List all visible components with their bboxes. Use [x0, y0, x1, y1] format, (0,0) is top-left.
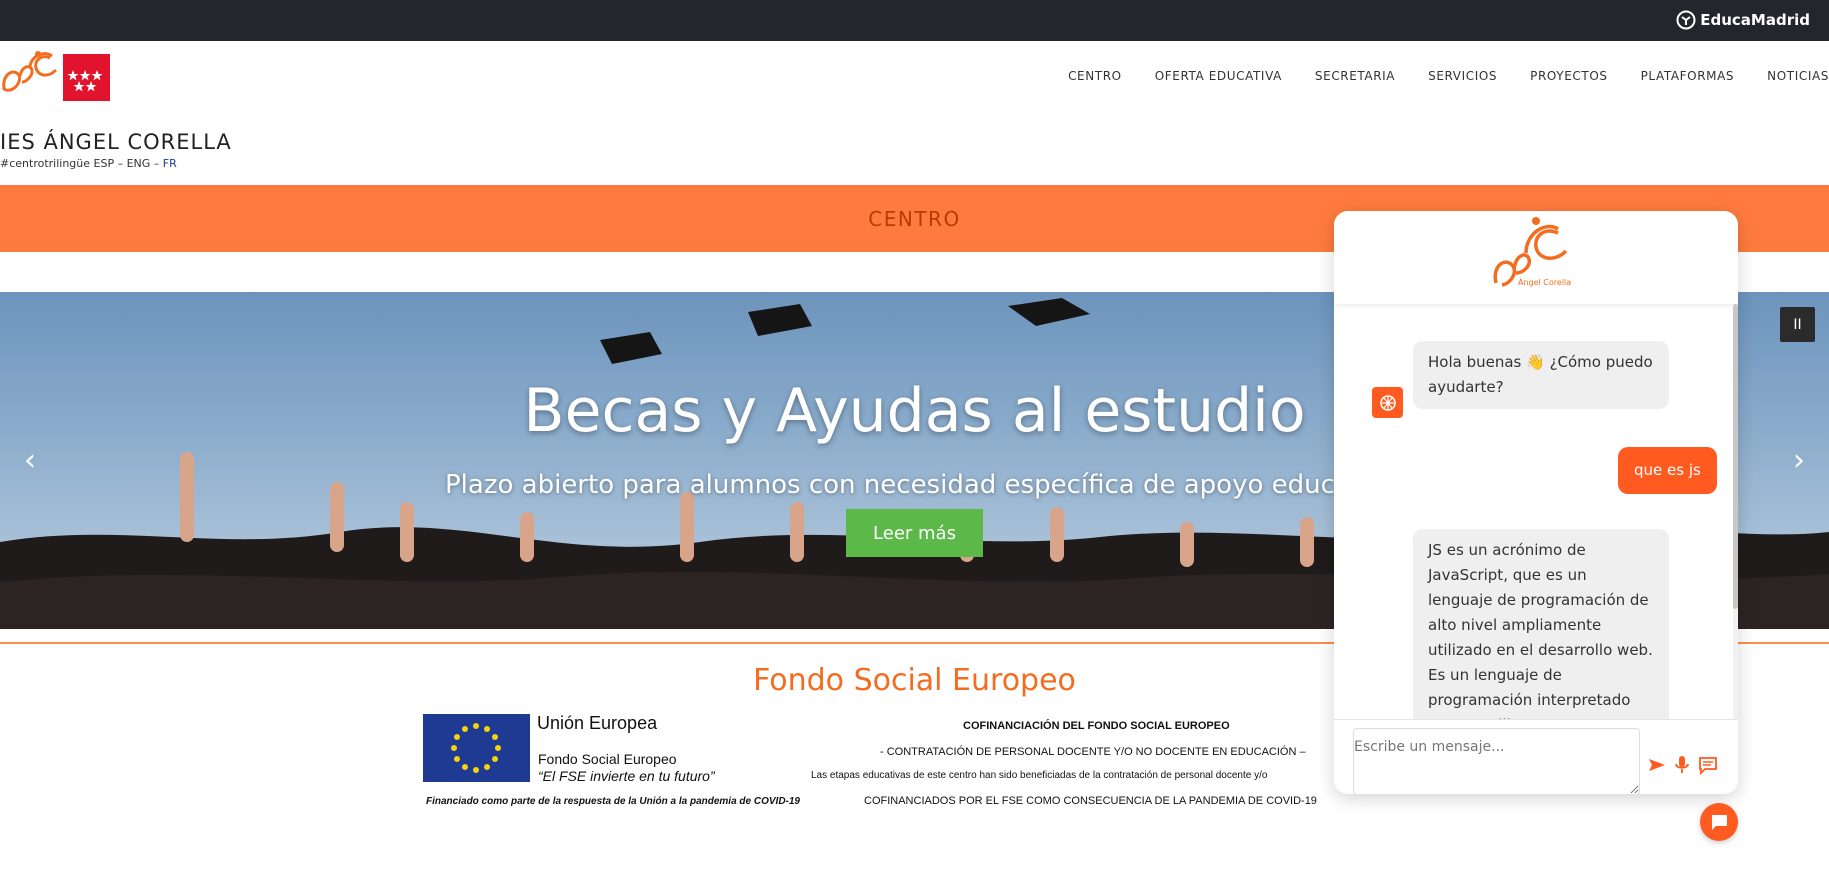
- chat-header: Ángel Corella: [1334, 211, 1738, 304]
- nav-item-noticias[interactable]: NOTICIAS: [1767, 69, 1829, 83]
- chat-messages: Hola buenas 👋 ¿Cómo puedo ayudarte? que …: [1334, 304, 1738, 719]
- educamadrid-label: EducaMadrid: [1700, 11, 1810, 29]
- eu-fund: Fondo Social Europeo: [538, 751, 677, 767]
- nav-item-oferta-educativa[interactable]: OFERTA EDUCATIVA: [1155, 69, 1282, 83]
- chat-logo-caption: Ángel Corella: [1518, 276, 1571, 287]
- slider-prev-arrow-icon[interactable]: ‹: [15, 444, 45, 478]
- cofinancing-title: COFINANCIACIÓN DEL FONDO SOCIAL EUROPEO: [963, 720, 1230, 732]
- nav-item-proyectos[interactable]: PROYECTOS: [1530, 69, 1607, 83]
- send-icon[interactable]: [1647, 755, 1667, 775]
- chat-scrollbar[interactable]: [1733, 304, 1738, 719]
- chat-launcher-icon: [1712, 815, 1727, 830]
- cofinancing-line-3: Las etapas educativas de este centro han…: [811, 770, 1268, 781]
- chat-widget: Ángel Corella Hola buenas 👋 ¿Cómo puedo …: [1334, 211, 1738, 794]
- nav-item-servicios[interactable]: SERVICIOS: [1428, 69, 1497, 83]
- nav-item-secretaria[interactable]: SECRETARIA: [1315, 69, 1395, 83]
- main-nav: CENTRO OFERTA EDUCATIVA SECRETARIA SERVI…: [1035, 69, 1829, 83]
- nav-item-plataformas[interactable]: PLATAFORMAS: [1641, 69, 1735, 83]
- slide-subtitle: Plazo abierto para alumnos con necesidad…: [445, 470, 1351, 500]
- logo-area[interactable]: [0, 48, 115, 112]
- educamadrid-link[interactable]: EducaMadrid: [1676, 10, 1810, 30]
- chat-message-bot: JS es un acrónimo de JavaScript, que es …: [1413, 529, 1669, 719]
- chat-input-area: [1334, 719, 1738, 794]
- chat-school-logo: Ángel Corella: [1493, 217, 1571, 287]
- school-name[interactable]: IES ÁNGEL CORELLA: [0, 130, 232, 154]
- educamadrid-icon: [1676, 10, 1696, 30]
- cofinancing-line-2: - CONTRATACIÓN DE PERSONAL DOCENTE Y/O N…: [880, 746, 1306, 758]
- read-more-button[interactable]: Leer más: [846, 509, 983, 557]
- chat-message-input[interactable]: [1353, 728, 1640, 794]
- pause-icon: II: [1793, 316, 1802, 333]
- cofinancing-line-4: COFINANCIADOS POR EL FSE COMO CONSECUENC…: [864, 795, 1317, 807]
- chat-message-bot: Hola buenas 👋 ¿Cómo puedo ayudarte?: [1413, 341, 1669, 409]
- top-bar: EducaMadrid: [0, 0, 1829, 41]
- eu-note: Financiado como parte de la respuesta de…: [426, 796, 800, 807]
- school-logo[interactable]: [0, 48, 115, 108]
- slider-pause-button[interactable]: II: [1780, 307, 1815, 342]
- eu-flag-icon: [423, 714, 530, 782]
- bot-avatar-icon: [1372, 387, 1403, 418]
- slider-next-arrow-icon[interactable]: ›: [1784, 444, 1814, 478]
- tagline-main: #centrotrilingüe ESP – ENG –: [0, 157, 163, 170]
- chat-scrollbar-thumb[interactable]: [1733, 304, 1738, 609]
- tagline-fr: FR: [162, 157, 177, 170]
- eu-motto: “El FSE invierte en tu futuro”: [538, 768, 715, 784]
- chat-message-user: que es js: [1618, 447, 1717, 494]
- chat-launcher-button[interactable]: [1700, 803, 1738, 841]
- microphone-icon[interactable]: [1674, 755, 1690, 775]
- page: EducaMadrid IES ÁNGEL CORELLA #centrotri…: [0, 0, 1829, 871]
- school-tagline: #centrotrilingüe ESP – ENG – FR: [0, 157, 177, 170]
- eu-title: Unión Europea: [537, 713, 658, 733]
- chat-bubble-icon[interactable]: [1698, 755, 1718, 775]
- nav-item-centro[interactable]: CENTRO: [1068, 69, 1122, 83]
